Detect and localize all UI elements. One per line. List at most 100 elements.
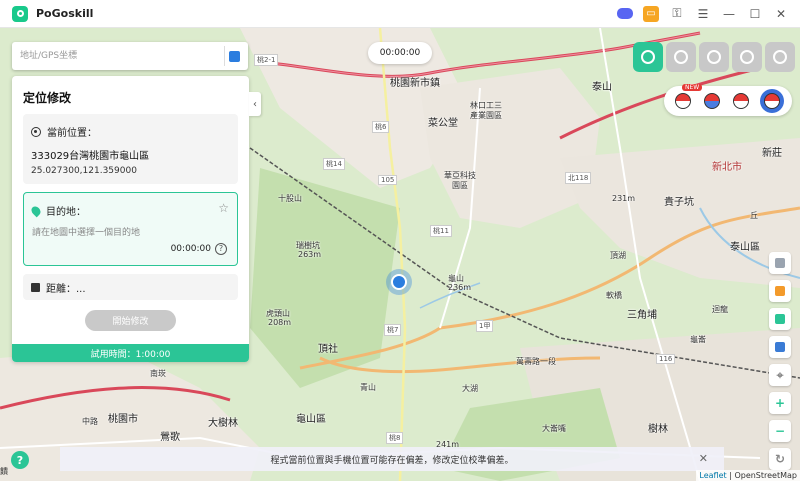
- map-label: 十股山: [278, 194, 302, 203]
- map-label: 南崁: [150, 369, 166, 378]
- map-label: 大樹林: [208, 418, 238, 429]
- multi-spot-icon: [707, 50, 721, 64]
- map-label: 青山: [360, 383, 376, 392]
- map-label: 桃14: [323, 158, 345, 170]
- distance-icon: [31, 282, 40, 292]
- map-label: 中路: [82, 417, 98, 426]
- map-label: 泰山區: [730, 242, 760, 253]
- jump-icon: [773, 50, 787, 64]
- new-badge: NEW: [682, 84, 703, 91]
- zoom-in-button[interactable]: +: [769, 392, 791, 414]
- map-label: 105: [378, 175, 398, 185]
- start-modify-button[interactable]: 開始修改: [85, 310, 176, 331]
- zoom-out-button[interactable]: −: [769, 420, 791, 442]
- minimize-icon[interactable]: —: [716, 0, 742, 28]
- map-label: 丘: [750, 211, 758, 220]
- destination-label: 目的地：: [46, 207, 86, 218]
- help-icon[interactable]: ?: [215, 243, 227, 255]
- app-logo-icon: [12, 5, 28, 22]
- pokeball-icon: [674, 93, 691, 109]
- gym-button[interactable]: [759, 89, 784, 113]
- maximize-icon[interactable]: ☐: [742, 0, 768, 28]
- map-label: 產業園區: [470, 111, 502, 120]
- cart-icon[interactable]: ▭: [638, 0, 664, 28]
- search-icon: [229, 50, 240, 62]
- destination-placeholder: 請在地圖中選擇一個目的地: [32, 228, 141, 238]
- map-label: 大湖: [462, 384, 478, 393]
- close-icon[interactable]: ✕: [768, 0, 794, 28]
- map-label: 桃園市: [108, 414, 138, 425]
- map-label: 鶯歌: [160, 432, 180, 443]
- map-label: 桃7: [384, 324, 402, 336]
- map-label: 大崙嘴: [542, 424, 566, 433]
- map-label: 208m: [268, 318, 292, 327]
- pokeball-button[interactable]: [673, 91, 693, 111]
- map-label: 桃8: [386, 432, 404, 444]
- search-button[interactable]: [224, 46, 244, 66]
- map-label: 1甲: [476, 320, 494, 332]
- joystick-mode-button[interactable]: [732, 42, 762, 72]
- favorite-star-icon[interactable]: ☆: [218, 201, 229, 215]
- map-label: 頂湖: [610, 251, 626, 260]
- teleport-mode-button[interactable]: [633, 42, 663, 72]
- destination-time: 00:00:00: [170, 244, 211, 254]
- distance-row: 距離：...: [23, 274, 238, 300]
- shirt-icon: [775, 286, 785, 296]
- map-label: 116: [656, 354, 676, 364]
- key-icon[interactable]: ⚿: [664, 0, 690, 28]
- two-spot-icon: [674, 50, 688, 64]
- search-input[interactable]: [12, 43, 224, 69]
- menu-icon[interactable]: ☰: [690, 0, 716, 28]
- jump-mode-button[interactable]: [765, 42, 795, 72]
- current-location-label: 當前位置：: [47, 128, 97, 139]
- phone-button[interactable]: [769, 252, 791, 274]
- current-location-card: 當前位置： 333029台灣桃園市龜山區 25.027300,121.35900…: [23, 114, 238, 184]
- multi-spot-mode-button[interactable]: [699, 42, 729, 72]
- map-label: 龜山區: [296, 414, 326, 425]
- two-spot-mode-button[interactable]: [666, 42, 696, 72]
- notice-text: 程式當前位置與手機位置可能存在偏差，修改定位校準偏差。: [270, 455, 514, 466]
- map-label: 北118: [565, 172, 592, 184]
- right-toolbar: ⌖ + − ↻: [769, 252, 791, 470]
- app-title: PoGoskill: [36, 7, 94, 20]
- gym-icon: [763, 93, 780, 109]
- mail-button[interactable]: [702, 91, 722, 111]
- help-button[interactable]: ?: [11, 451, 29, 469]
- calibration-notice: 程式當前位置與手機位置可能存在偏差，修改定位校準偏差。 ✕: [60, 447, 724, 471]
- collapse-panel-chevron-icon[interactable]: ‹: [249, 92, 261, 116]
- map-label: 桃6: [372, 121, 390, 133]
- pokestop-button[interactable]: [731, 91, 751, 111]
- phone-icon: [775, 258, 785, 268]
- discord-icon[interactable]: [612, 0, 638, 28]
- map-label: 龜崙: [690, 335, 706, 344]
- current-address: 333029台灣桃園市龜山區: [31, 151, 150, 162]
- pokestop-icon: [732, 93, 749, 109]
- destination-header: 目的地：: [29, 203, 86, 218]
- reset-button[interactable]: ↻: [769, 448, 791, 470]
- close-icon[interactable]: ✕: [699, 452, 708, 465]
- map-label: 三角埔: [627, 310, 657, 321]
- map-layer-icon: [775, 314, 785, 324]
- feedback-label[interactable]: 饋: [0, 466, 8, 477]
- pin-icon: [29, 204, 43, 217]
- destination-card[interactable]: 目的地： ☆ 請在地圖中選擇一個目的地 00:00:00 ?: [23, 192, 238, 266]
- map-label: 桃園新市鎮: [390, 78, 440, 89]
- map-layer-button[interactable]: [769, 308, 791, 330]
- joystick-icon: [740, 50, 754, 64]
- map-label: 泰山: [592, 82, 612, 93]
- leaflet-link[interactable]: Leaflet: [699, 471, 726, 480]
- current-location-marker[interactable]: [386, 269, 412, 295]
- screen-button[interactable]: [769, 336, 791, 358]
- shirt-button[interactable]: [769, 280, 791, 302]
- map-label: 頂社: [318, 344, 338, 355]
- app-window: PoGoskill ▭ ⚿ ☰ — ☐ ✕ 桃園新市鎮 林口工三 產業園區 菜公…: [0, 0, 800, 481]
- location-pin-icon: [641, 50, 655, 64]
- map-label: 迴龍: [712, 305, 728, 314]
- map-label: 263m: [298, 250, 322, 259]
- map-label: 軟橋: [606, 291, 622, 300]
- locate-button[interactable]: ⌖: [769, 364, 791, 386]
- osm-link[interactable]: | OpenStreetMap: [729, 471, 797, 480]
- distance-label: 距離：...: [46, 283, 86, 295]
- map-label: 樹林: [648, 424, 668, 435]
- window-controls: ▭ ⚿ ☰ — ☐ ✕: [612, 0, 794, 28]
